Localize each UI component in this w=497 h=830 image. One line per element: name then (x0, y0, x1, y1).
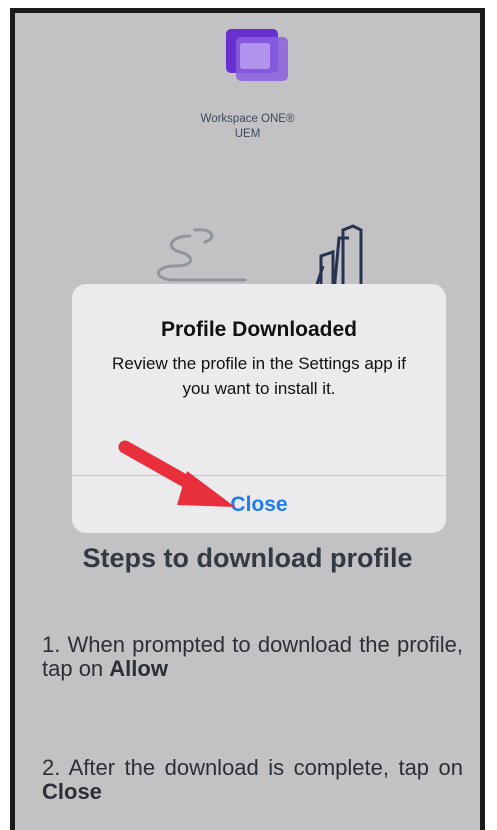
step-2-action: Close (42, 779, 102, 804)
brand-name: Workspace ONE® (200, 113, 295, 125)
device-frame: Workspace ONE® UEM Profile Downloaded Re… (10, 8, 485, 830)
dialog-message: Review the profile in the Settings app i… (112, 354, 406, 398)
brand-product: UEM (234, 128, 261, 140)
step-2: 2. After the download is complete, tap o… (42, 756, 463, 804)
app-screen: Workspace ONE® UEM Profile Downloaded Re… (15, 13, 480, 830)
step-1: 1. When prompted to download the profile… (42, 633, 463, 681)
workspace-one-logo-icon (226, 29, 288, 81)
step-1-text: 1. When prompted to download the profile… (42, 632, 463, 681)
step-2-text: 2. After the download is complete, tap o… (42, 755, 463, 780)
red-arrow-icon (118, 440, 235, 507)
steps-title: Steps to download profile (82, 543, 413, 573)
dialog-title: Profile Downloaded (160, 318, 357, 341)
step-1-action: Allow (109, 656, 168, 681)
